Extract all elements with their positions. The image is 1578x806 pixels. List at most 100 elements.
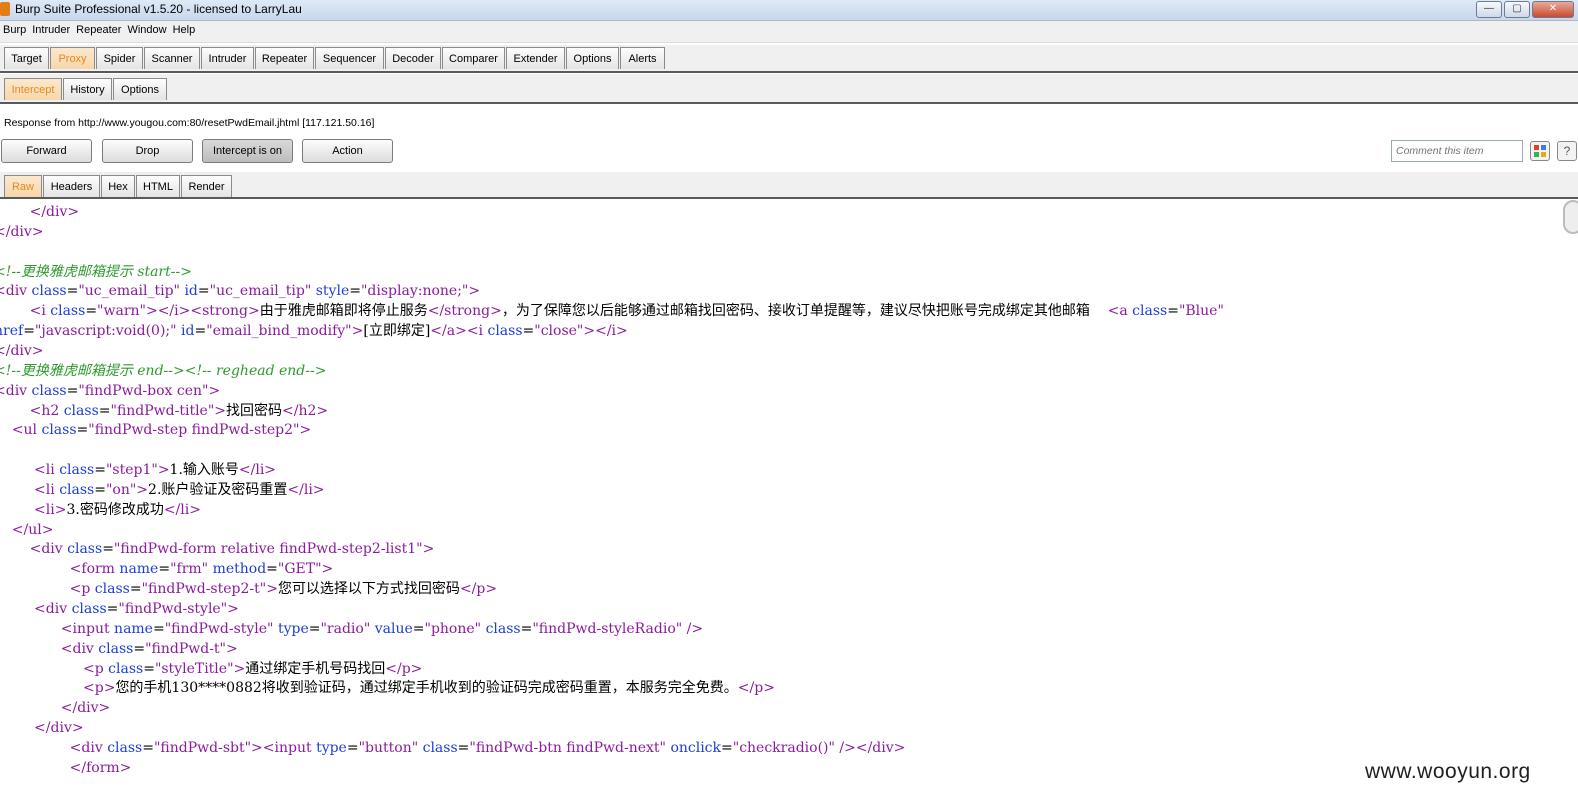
- code-token: </h2>: [282, 402, 329, 419]
- code-token: class: [63, 402, 99, 419]
- code-token: =: [346, 739, 359, 756]
- tab-extender[interactable]: Extender: [506, 47, 565, 69]
- tab-hex[interactable]: Hex: [101, 175, 135, 197]
- code-token: <li: [0, 481, 60, 498]
- code-token: =: [23, 323, 35, 340]
- code-token: onclick: [670, 739, 722, 756]
- code-token: "findPwd-sbt": [153, 739, 252, 756]
- code-token: =: [197, 283, 210, 300]
- menu-burp[interactable]: Burp: [0, 21, 29, 36]
- code-line: <li class="step1">1.输入账号</li>: [0, 460, 276, 480]
- watermark-text: www.wooyun.org: [1365, 760, 1531, 783]
- tab-target[interactable]: Target: [4, 47, 49, 69]
- code-line: <!--更换雅虎邮箱提示 end--><!-- reghead end-->: [0, 361, 326, 381]
- code-token: "Blue": [1178, 303, 1224, 320]
- code-token: >: [226, 640, 238, 657]
- help-icon[interactable]: ?: [1557, 141, 1577, 161]
- code-token: "close": [534, 323, 584, 340]
- code-token: class: [67, 541, 103, 558]
- code-token: value: [374, 620, 413, 637]
- code-token: class: [31, 382, 67, 399]
- tab-proxy[interactable]: Proxy: [50, 47, 95, 69]
- code-token: </li>: [238, 462, 277, 479]
- code-token: >: [266, 581, 278, 598]
- tab-history[interactable]: History: [63, 78, 112, 100]
- code-token: =: [85, 303, 98, 320]
- main-tab-bar: Target Proxy Spider Scanner Intruder Rep…: [0, 45, 1578, 73]
- code-token: <form: [0, 561, 120, 578]
- menu-bar: Burp Intruder Repeater Window Help: [0, 21, 1578, 43]
- forward-button[interactable]: Forward: [1, 139, 92, 163]
- code-line: <input name="findPwd-style" type="radio"…: [0, 619, 703, 639]
- code-token: <!--更换雅虎邮箱提示 start-->: [0, 263, 192, 280]
- tab-raw[interactable]: Raw: [4, 175, 42, 197]
- comment-input[interactable]: [1391, 140, 1523, 162]
- intercept-toggle-button[interactable]: Intercept is on: [202, 139, 293, 163]
- code-token: "findPwd-step findPwd-step2": [88, 422, 300, 439]
- code-token: <div: [0, 382, 28, 399]
- code-token: "display:none;": [360, 283, 469, 300]
- menu-help[interactable]: Help: [170, 21, 199, 36]
- code-token: </ul>: [11, 521, 54, 538]
- code-line: <div class="findPwd-t">: [0, 639, 238, 659]
- tab-sequencer[interactable]: Sequencer: [315, 47, 384, 69]
- code-token: />: [686, 620, 704, 637]
- message-view-tab-bar: Raw Headers Hex HTML Render: [0, 172, 1578, 199]
- code-line: </ul>: [0, 520, 54, 540]
- tab-render[interactable]: Render: [181, 175, 232, 197]
- code-token: <input: [0, 620, 115, 637]
- color-grid-icon[interactable]: [1530, 141, 1550, 161]
- code-token: class: [94, 581, 130, 598]
- code-token: =: [522, 323, 535, 340]
- tab-headers[interactable]: Headers: [43, 175, 100, 197]
- code-token: class: [422, 739, 458, 756]
- code-token: >: [136, 481, 149, 498]
- scrollbar-knob[interactable]: [1563, 200, 1578, 234]
- tab-intercept[interactable]: Intercept: [4, 78, 62, 100]
- tab-scanner[interactable]: Scanner: [144, 47, 200, 69]
- code-token: "styleTitle": [154, 660, 234, 677]
- maximize-button[interactable]: ▢: [1504, 1, 1530, 18]
- tab-spider[interactable]: Spider: [96, 47, 143, 69]
- code-token: [立即绑定]: [363, 323, 431, 340]
- proxy-tab-bar: Intercept History Options: [0, 74, 1578, 104]
- code-token: "findPwd-style": [164, 620, 274, 637]
- code-token: =: [349, 283, 361, 300]
- code-token: =: [1167, 303, 1179, 320]
- code-token: "findPwd-styleRadio": [532, 620, 683, 637]
- tab-repeater[interactable]: Repeater: [255, 47, 314, 69]
- drop-button[interactable]: Drop: [102, 139, 193, 163]
- code-token: </p>: [459, 581, 498, 598]
- code-token: <i: [29, 303, 46, 320]
- code-token: "findPwd-title": [110, 402, 215, 419]
- code-token: =: [194, 323, 207, 340]
- code-token: </div>: [0, 342, 44, 359]
- code-token: id: [181, 323, 195, 340]
- tab-decoder[interactable]: Decoder: [385, 47, 441, 69]
- tab-options[interactable]: Options: [566, 47, 619, 69]
- window-controls: — ▢ ✕: [1476, 1, 1574, 18]
- code-token: <p: [0, 660, 109, 677]
- code-line: <p class="findPwd-step2-t">您可以选择以下方式找回密码…: [0, 579, 497, 599]
- tab-proxy-options[interactable]: Options: [113, 78, 167, 100]
- raw-message-editor[interactable]: </div> </div> <!--更换雅虎邮箱提示 start--> <div cl…: [0, 200, 1566, 806]
- menu-window[interactable]: Window: [124, 21, 169, 36]
- tab-intruder[interactable]: Intruder: [201, 47, 254, 69]
- code-token: =: [457, 739, 470, 756]
- code-token: "frm": [170, 561, 209, 578]
- code-token: "uc_email_tip": [78, 283, 180, 300]
- code-token: <h2: [0, 402, 64, 419]
- tab-comparer[interactable]: Comparer: [442, 47, 505, 69]
- action-button[interactable]: Action: [302, 139, 393, 163]
- tab-html[interactable]: HTML: [136, 175, 180, 197]
- tab-alerts[interactable]: Alerts: [620, 47, 665, 69]
- code-line: <h2 class="findPwd-title">找回密码</h2>: [0, 401, 329, 421]
- menu-intruder[interactable]: Intruder: [29, 21, 73, 36]
- code-token: </strong>: [427, 303, 502, 320]
- code-token: </div>: [0, 223, 44, 240]
- code-token: <div: [0, 739, 108, 756]
- code-line: <div class="findPwd-sbt"><input type="bu…: [0, 738, 906, 758]
- minimize-button[interactable]: —: [1476, 1, 1502, 18]
- menu-repeater[interactable]: Repeater: [73, 21, 124, 36]
- close-button[interactable]: ✕: [1532, 1, 1574, 18]
